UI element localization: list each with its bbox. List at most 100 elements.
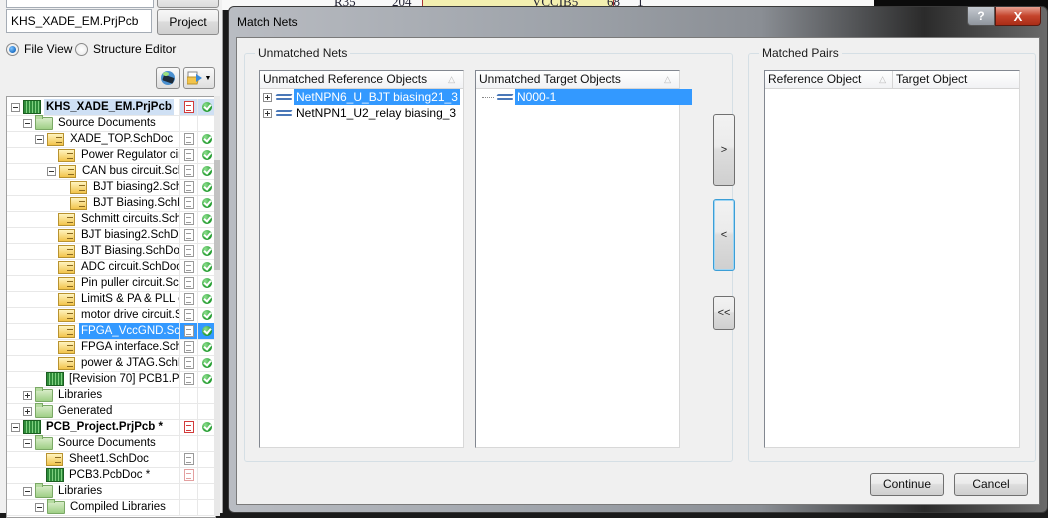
unmatched-target-list[interactable]: Unmatched Target Objects △ N000-1 [475, 70, 693, 448]
add-pair-button[interactable]: > [713, 114, 735, 186]
matched-pairs-label: Matched Pairs [759, 46, 842, 60]
pcb-document-icon [46, 372, 64, 386]
document-icon [184, 357, 194, 369]
tree-item-schdoc[interactable]: Pin puller circuit.SchD [7, 275, 215, 292]
tree-item-schdoc[interactable]: Schmitt circuits.SchD [7, 211, 215, 228]
tree-scrollbar-thumb[interactable] [214, 160, 220, 270]
chevron-left-icon: < [720, 229, 728, 241]
tree-item-label: Source Documents [58, 117, 156, 129]
expand-icon[interactable] [23, 406, 32, 416]
tree-item-schdoc[interactable]: FPGA interface.SchD [7, 339, 215, 356]
tree-item-folder[interactable]: Compiled Libraries [7, 499, 215, 516]
tree-item-label: FPGA interface.SchD [81, 341, 179, 353]
document-icon [184, 341, 194, 353]
expand-icon[interactable] [263, 108, 272, 118]
open-document-dropdown[interactable]: ▼ [183, 67, 215, 89]
schematic-document-icon [58, 308, 75, 322]
reference-net-item[interactable]: NetNPN6_U_BJT biasing21_3 [263, 89, 460, 105]
expand-icon[interactable] [263, 92, 272, 102]
target-objects-column-header[interactable]: Unmatched Target Objects △ [476, 71, 677, 88]
reference-object-column-header[interactable]: Reference Object △ [765, 71, 893, 88]
tree-item-schdoc[interactable]: LimitS & PA & PLL cir [7, 291, 215, 308]
collapse-icon[interactable] [11, 102, 20, 112]
schematic-document-icon [59, 164, 76, 178]
workspace-field[interactable] [6, 0, 154, 8]
tree-item-schdoc[interactable]: BJT biasing2.SchD [7, 179, 215, 196]
document-icon [184, 469, 194, 481]
document-status-cell [179, 291, 198, 307]
schematic-document-icon [58, 276, 75, 290]
tree-item-pcb[interactable]: [Revision 70] PCB1.Pcb [7, 371, 215, 388]
sort-ascending-icon: △ [879, 74, 886, 84]
collapse-icon[interactable] [35, 134, 44, 144]
target-object-column-header[interactable]: Target Object [893, 71, 1016, 88]
check-icon [202, 422, 212, 432]
remove-all-pairs-button[interactable]: << [713, 296, 735, 330]
tree-item-project[interactable]: PCB_Project.PrjPcb * [7, 419, 215, 436]
collapse-icon[interactable] [11, 422, 20, 432]
document-status-cell [179, 403, 198, 419]
reference-objects-column-header[interactable]: Unmatched Reference Objects △ [260, 71, 461, 88]
matched-pairs-list[interactable]: Reference Object △ Target Object [764, 70, 1020, 448]
workspace-button[interactable] [157, 0, 219, 8]
help-icon: ? [977, 9, 985, 23]
close-button[interactable]: X [995, 7, 1041, 26]
tree-item-schdoc[interactable]: CAN bus circuit.SchD [7, 163, 215, 180]
schematic-document-icon [58, 148, 75, 162]
tree-item-schdoc[interactable]: BJT biasing2.SchDoc [7, 227, 215, 244]
tree-item-folder[interactable]: Generated [7, 403, 215, 420]
tree-item-folder[interactable]: Source Documents [7, 115, 215, 132]
tree-item-folder[interactable]: Source Documents [7, 435, 215, 452]
radio-checked-icon [6, 42, 19, 56]
dropdown-arrow-icon: ▼ [204, 74, 212, 82]
folder-icon [35, 387, 53, 402]
collapse-icon[interactable] [47, 166, 56, 176]
check-icon [202, 262, 212, 272]
collapse-icon[interactable] [35, 502, 44, 512]
tree-item-label: motor drive circuit.Sc [81, 309, 179, 321]
collapse-icon[interactable] [23, 118, 32, 128]
document-status-cell [179, 211, 198, 227]
tree-item-schdoc[interactable]: XADE_TOP.SchDoc [7, 131, 215, 148]
target-net-item[interactable]: N000-1 [482, 89, 693, 105]
net-icon [275, 92, 293, 102]
tree-item-project[interactable]: KHS_XADE_EM.PrjPcb [7, 99, 215, 116]
help-button[interactable]: ? [967, 7, 995, 26]
tree-item-schdoc[interactable]: BJT Biasing.SchD [7, 195, 215, 212]
tree-scrollbar[interactable] [214, 96, 220, 516]
collapse-icon[interactable] [23, 486, 32, 496]
workspace-button-icon[interactable] [156, 67, 180, 89]
remove-pair-button[interactable]: < [713, 199, 735, 271]
collapse-icon[interactable] [23, 438, 32, 448]
dialog-client-area: Unmatched Nets Unmatched Reference Objec… [236, 37, 1040, 505]
tree-item-schdoc[interactable]: Sheet1.SchDoc [7, 451, 215, 468]
tree-item-label: BJT Biasing.SchDoc [81, 245, 179, 257]
check-icon [202, 150, 212, 160]
project-button[interactable]: Project [157, 9, 219, 35]
check-icon [202, 342, 212, 352]
tree-item-label: CAN bus circuit.SchD [82, 165, 179, 177]
tree-item-schdoc[interactable]: power & JTAG.SchD [7, 355, 215, 372]
tree-item-label: PCB3.PcbDoc * [69, 469, 151, 481]
tree-item-folder[interactable]: Libraries [7, 387, 215, 404]
cancel-button[interactable]: Cancel [954, 473, 1028, 496]
tree-item-schdoc[interactable]: motor drive circuit.Sc [7, 307, 215, 324]
tree-item-schdoc[interactable]: BJT Biasing.SchDoc [7, 243, 215, 260]
tree-item-schdoc[interactable]: FPGA_VccGND.Sch [7, 323, 215, 340]
expand-icon[interactable] [23, 390, 32, 400]
continue-button[interactable]: Continue [870, 473, 944, 496]
check-icon [202, 246, 212, 256]
tree-item-pcb[interactable]: PCB3.PcbDoc * [7, 467, 215, 484]
unmatched-reference-list[interactable]: Unmatched Reference Objects △ NetNPN6_U_… [259, 70, 464, 448]
structure-editor-radio[interactable]: Structure Editor [75, 41, 176, 57]
tree-item-folder[interactable]: Libraries [7, 483, 215, 500]
folder-icon [35, 483, 53, 498]
tree-item-schdoc[interactable]: ADC circuit.SchDoc [7, 259, 215, 276]
project-field[interactable]: KHS_XADE_EM.PrjPcb [6, 9, 152, 33]
project-tree[interactable]: KHS_XADE_EM.PrjPcb Source Documents XADE_T… [6, 96, 216, 518]
reference-net-item[interactable]: NetNPN1_U2_relay biasing_3 [263, 105, 458, 121]
document-status-cell [179, 339, 198, 355]
tree-item-schdoc[interactable]: Power Regulator circ [7, 147, 215, 164]
file-view-radio[interactable]: File View [6, 41, 72, 57]
schematic-document-icon [58, 340, 75, 354]
